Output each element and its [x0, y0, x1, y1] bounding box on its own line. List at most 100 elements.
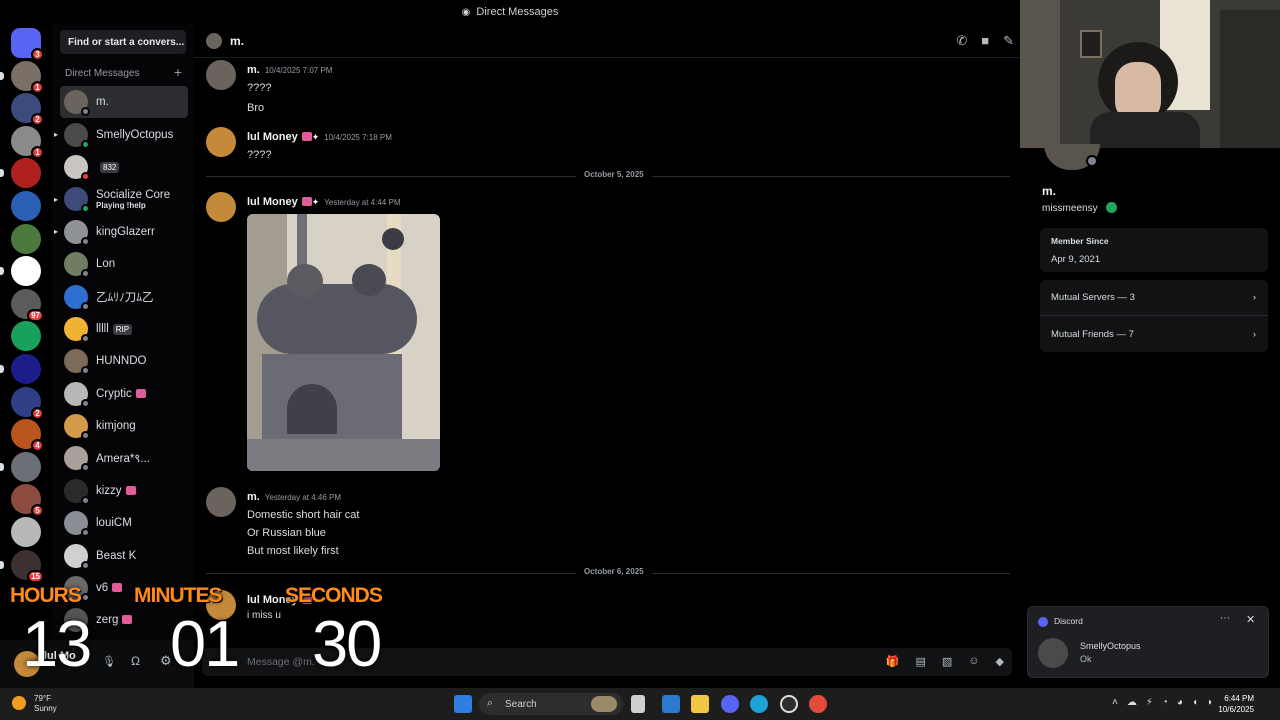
dm-list-item[interactable]: Amera*९... [60, 442, 188, 474]
dm-list-item[interactable]: Socialize Core Playing !help ▸ [54, 183, 188, 215]
unread-indicator [0, 267, 4, 276]
edge-icon[interactable] [750, 695, 768, 713]
avatar [64, 446, 90, 473]
taskbar-search[interactable]: ⌕ Search [479, 693, 623, 715]
server-icon[interactable] [11, 517, 41, 547]
sticker-icon[interactable]: ▧ [942, 655, 952, 668]
avatar[interactable] [206, 192, 236, 222]
image-attachment[interactable] [247, 214, 440, 471]
server-icon[interactable]: 4 [11, 419, 44, 453]
avatar[interactable] [206, 590, 236, 620]
dm-list-item[interactable]: kizzy [60, 475, 188, 507]
server-icon[interactable] [11, 158, 41, 189]
server-icon[interactable]: 15 [11, 549, 44, 583]
server-icon[interactable] [11, 256, 41, 287]
dm-list-item[interactable]: kingGlazerr ▸ [54, 216, 188, 248]
headset-icon[interactable]: Ω [131, 654, 140, 668]
dm-name-text: Beast K [96, 549, 137, 562]
store-icon[interactable] [662, 695, 680, 713]
gift-icon[interactable]: 🎁 [886, 655, 900, 668]
server-icon[interactable]: 1 [11, 60, 44, 94]
emoji-icon[interactable]: ☺ [968, 655, 979, 668]
server-icon[interactable]: 5 [11, 484, 44, 518]
server-icon[interactable] [11, 191, 41, 221]
notification-toast[interactable]: Discord ⋯ ✕ SmellyOctopus Ok [1027, 606, 1269, 678]
voice-call-icon[interactable]: ✆ [956, 33, 967, 49]
server-icon[interactable] [11, 223, 41, 254]
file-explorer-icon[interactable] [691, 695, 709, 713]
server-icon[interactable]: 97 [11, 288, 44, 322]
message-author[interactable]: lul Money [247, 131, 298, 143]
start-icon[interactable] [454, 695, 472, 713]
apps-icon[interactable]: ◆ [996, 655, 1004, 668]
search-icon: ⌕ [487, 697, 494, 709]
dm-list-item[interactable]: v6 [60, 572, 188, 604]
dm-list-item[interactable]: m. [60, 86, 188, 119]
find-conversation-input[interactable]: Find or start a convers... [60, 30, 186, 54]
dm-list-item[interactable]: SmellyOctopus ▸ [54, 118, 188, 150]
discord-icon[interactable] [721, 695, 739, 713]
avatar[interactable] [206, 127, 236, 157]
microphone-icon[interactable]: 🎙 [102, 655, 116, 668]
date-divider-label: October 5, 2025 [576, 170, 652, 179]
server-icon[interactable]: 2 [11, 386, 44, 420]
dm-list-item[interactable]: HUNNDO [60, 345, 188, 377]
window-title: Direct Messages [476, 6, 559, 18]
obs-icon[interactable] [780, 695, 798, 713]
dm-name: 乙ﾑﾘﾉ刀ﾑ乙 [96, 289, 154, 305]
dm-list-item[interactable]: Beast K [60, 539, 188, 571]
dm-name-text: SmellyOctopus [96, 128, 174, 141]
message-author[interactable]: lul Money [247, 196, 298, 208]
dm-name-text: kizzy [96, 484, 122, 497]
notification-badge: 4 [31, 439, 44, 453]
avatar [64, 608, 90, 635]
custom-status-tag: RIP [112, 323, 133, 335]
more-options-icon[interactable]: ⋯ [1220, 613, 1230, 624]
chrome-icon[interactable] [809, 695, 827, 713]
message-author[interactable]: m. [247, 64, 260, 76]
mutual-friends-row[interactable]: Mutual Friends — 7 › [1040, 316, 1268, 352]
task-view-icon[interactable] [631, 695, 645, 713]
system-tray-icons[interactable]: ˄☁⚡◔◕◖◗ [1112, 697, 1222, 708]
dm-list-item[interactable]: zerg [60, 604, 188, 636]
dm-list-item[interactable]: lllll RIP [60, 313, 188, 345]
dm-name-text: HUNNDO [96, 355, 147, 368]
discord-home-icon[interactable]: 3 [11, 28, 44, 61]
dm-list-item[interactable]: Lon [60, 248, 188, 280]
message-author[interactable]: lul Money [247, 594, 298, 606]
dm-list-item[interactable]: 乙ﾑﾘﾉ刀ﾑ乙 [60, 280, 188, 312]
mutual-servers-row[interactable]: Mutual Servers — 3 › [1040, 280, 1268, 316]
clock-date: 10/6/2025 [1218, 705, 1254, 714]
settings-gear-icon[interactable]: ⚙ [160, 653, 172, 669]
server-icon[interactable]: 1 [11, 125, 44, 159]
server-icon[interactable]: 2 [11, 93, 44, 127]
message-text: Or Russian blue [247, 527, 326, 539]
server-icon[interactable] [11, 321, 41, 352]
video-call-icon[interactable]: ■ [981, 33, 989, 49]
taskbar-clock[interactable]: 6:44 PM 10/6/2025 [1218, 693, 1254, 715]
message-input[interactable]: Message @m. 🎁 ▤ ▧ ☺ ◆ [202, 648, 1012, 676]
dm-list-item[interactable]: kimjong [60, 410, 188, 442]
dm-list-item[interactable]: louiCM [60, 507, 188, 539]
dm-list-item[interactable]: 832 [60, 151, 188, 183]
gif-icon[interactable]: ▤ [915, 655, 925, 668]
create-dm-button[interactable]: + [174, 64, 182, 80]
server-icon[interactable] [11, 451, 41, 482]
avatar[interactable] [206, 487, 236, 517]
notification-badge: 2 [31, 406, 44, 420]
message-author[interactable]: m. [247, 491, 260, 503]
server-icon[interactable] [11, 354, 41, 384]
unread-indicator [0, 71, 4, 80]
user-panel: lul Mo 🎙 Ω ⚙ [0, 640, 194, 688]
avatar[interactable] [206, 60, 236, 90]
mutual-servers-label: Mutual Servers — 3 [1051, 292, 1135, 303]
close-icon[interactable]: ✕ [1246, 613, 1255, 626]
dm-name: zerg [96, 614, 133, 626]
message-text: i miss u [247, 610, 281, 621]
dm-list-item[interactable]: Cryptic [60, 378, 188, 410]
recipient-name[interactable]: m. [230, 34, 244, 48]
window-titlebar: ◉ Direct Messages [0, 0, 1020, 24]
avatar[interactable] [14, 651, 40, 677]
pin-icon[interactable]: ✎ [1003, 33, 1014, 49]
dm-name: Socialize Core Playing !help [96, 189, 170, 210]
